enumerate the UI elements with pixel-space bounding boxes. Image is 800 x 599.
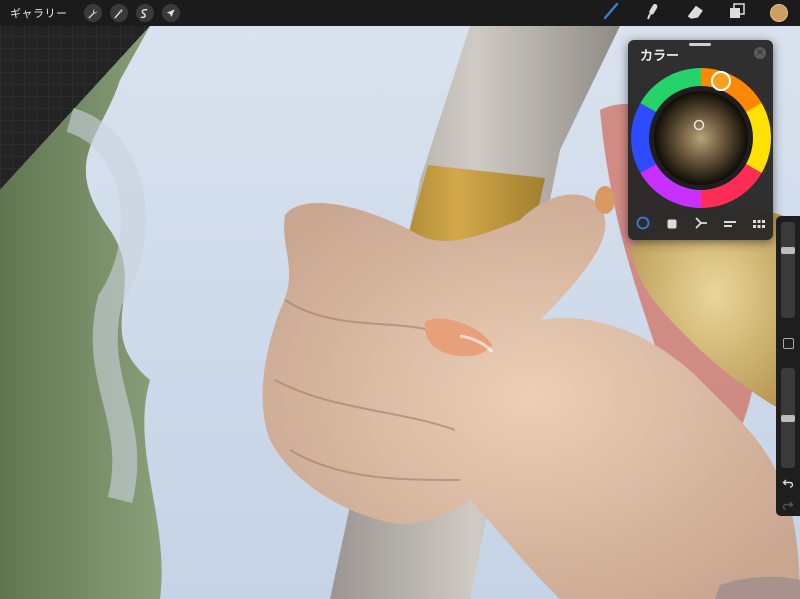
selection-button[interactable]	[132, 0, 158, 26]
harmony-tab[interactable]	[691, 214, 711, 234]
brush-icon	[602, 2, 620, 24]
redo-button[interactable]	[781, 498, 795, 512]
classic-tab[interactable]	[662, 214, 682, 234]
value-tab[interactable]	[720, 214, 740, 234]
transform-arrow-icon	[161, 4, 180, 22]
gallery-button[interactable]: ギャラリー	[10, 5, 68, 21]
panel-grabber[interactable]	[689, 43, 711, 46]
actions-button[interactable]	[80, 0, 106, 26]
undo-icon	[782, 474, 794, 493]
color-button[interactable]	[758, 0, 800, 26]
harmony-tab-icon	[694, 215, 708, 234]
close-icon[interactable]: ×	[754, 47, 766, 59]
adjustments-button[interactable]	[106, 0, 132, 26]
selection-icon	[135, 4, 154, 22]
disc-tab[interactable]	[633, 214, 653, 234]
smudge-icon	[645, 2, 661, 24]
value-tab-icon	[723, 215, 737, 234]
top-toolbar: ギャラリー	[0, 0, 800, 26]
transform-button[interactable]	[158, 0, 184, 26]
eraser-tool-button[interactable]	[674, 0, 716, 26]
brush-tool-button[interactable]	[590, 0, 632, 26]
color-disc[interactable]	[631, 68, 771, 208]
opacity-thumb[interactable]	[781, 415, 795, 422]
palettes-tab-icon	[752, 215, 766, 234]
panel-title: カラー	[640, 49, 680, 64]
wrench-icon	[83, 4, 102, 22]
redo-icon	[782, 496, 794, 515]
layers-icon	[729, 3, 745, 23]
eyedropper-modifier-button[interactable]	[783, 338, 794, 349]
opacity-slider[interactable]	[781, 368, 795, 468]
eraser-icon	[686, 4, 704, 23]
disc-tab-icon	[636, 215, 650, 234]
undo-button[interactable]	[781, 476, 795, 490]
classic-tab-icon	[666, 215, 678, 234]
sidebar	[776, 216, 800, 516]
color-panel: カラー ×	[628, 40, 773, 240]
current-color-swatch	[770, 4, 788, 22]
brush-size-thumb[interactable]	[781, 247, 795, 254]
magic-wand-icon	[109, 4, 128, 22]
palettes-tab[interactable]	[749, 214, 769, 234]
saturation-brightness-disc[interactable]	[654, 91, 748, 185]
hue-picker-handle[interactable]	[711, 71, 731, 91]
color-mode-tabs	[628, 213, 773, 235]
tool-group	[590, 0, 800, 26]
brush-size-slider[interactable]	[781, 222, 795, 318]
layers-button[interactable]	[716, 0, 758, 26]
smudge-tool-button[interactable]	[632, 0, 674, 26]
